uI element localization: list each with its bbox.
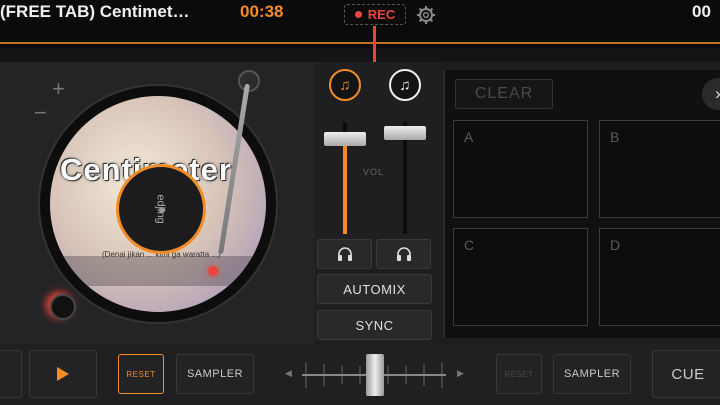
sampler-pads-panel: CLEAR › A B C D [443, 70, 720, 338]
turntable-deck: + − Centimeter (Denai jikan ... kimi ga … [0, 62, 315, 344]
sampler-button-right[interactable]: SAMPLER [553, 354, 631, 394]
pad-a[interactable]: A [453, 120, 588, 218]
music-note-plus-icon: ♫ [339, 76, 351, 94]
cue-button[interactable]: CUE [652, 350, 720, 398]
bottom-transport-bar: RESET SAMPLER ◀ ▶ RESET SAMPLER CUE [0, 344, 720, 405]
deck-a-music-source-button[interactable]: ♫ [329, 69, 361, 101]
track-title: (FREE TAB) Centimet… [0, 2, 190, 21]
remaining-time: 00 [692, 2, 711, 21]
stylus-light-icon [208, 266, 218, 276]
pad-label: A [464, 129, 474, 145]
automix-button[interactable]: AUTOMIX [317, 274, 432, 304]
vinyl-spindle [159, 207, 165, 213]
deck-a-cue-button[interactable] [0, 350, 22, 398]
track-overview-waveform[interactable] [0, 28, 720, 48]
vinyl-cover-art: Centimeter (Denai jikan ... kimi ga wara… [50, 96, 266, 312]
headphone-icon [337, 247, 352, 261]
clear-button[interactable]: CLEAR [455, 79, 553, 109]
elapsed-time: 00:38 [240, 2, 284, 21]
playhead-marker [373, 26, 376, 62]
top-bar: (FREE TAB) Centimet… 00:38 REC 00 [0, 0, 720, 28]
pitch-minus-button[interactable]: − [34, 100, 47, 126]
sync-button[interactable]: SYNC [317, 310, 432, 340]
headphone-icon [396, 247, 411, 261]
crossfader-left-arrow-icon: ◀ [285, 368, 292, 378]
record-button[interactable]: REC [344, 4, 406, 25]
chevron-right-icon: › [715, 84, 720, 104]
close-panel-button[interactable]: › [702, 78, 720, 110]
pad-label: D [610, 237, 621, 253]
deck-a-headphone-cue-button[interactable] [317, 239, 372, 269]
mixer-panel: ♫ ♫ VOL AUTOMIX SYNC [315, 62, 437, 344]
reset-button[interactable]: RESET [118, 354, 164, 394]
pad-b[interactable]: B [599, 120, 720, 218]
music-note-plus-icon: ♫ [399, 76, 411, 94]
record-dot-icon [354, 11, 362, 18]
deck-b-music-source-button[interactable]: ♫ [389, 69, 421, 101]
crossfader-right-arrow-icon: ▶ [457, 368, 464, 378]
power-knob[interactable] [50, 294, 76, 320]
gear-icon[interactable] [416, 5, 436, 25]
pad-d[interactable]: D [599, 228, 720, 326]
deck-a-volume-fader-knob[interactable] [324, 131, 366, 146]
top-bar-divider [0, 48, 720, 62]
crossfader-knob[interactable] [366, 354, 384, 396]
play-icon [57, 367, 69, 381]
pad-c[interactable]: C [453, 228, 588, 326]
deck-b-headphone-cue-button[interactable] [376, 239, 431, 269]
sampler-button-left[interactable]: SAMPLER [176, 354, 254, 394]
vinyl-lyric-band [50, 256, 266, 286]
reset-button-right[interactable]: RESET [496, 354, 542, 394]
deck-a-volume-fill [343, 138, 347, 234]
pad-label: B [610, 129, 620, 145]
overview-waveform-line [0, 42, 720, 44]
pad-label: C [464, 237, 475, 253]
deck-b-volume-fader-knob[interactable] [384, 126, 426, 141]
record-label: REC [367, 7, 396, 22]
volume-label: VOL [363, 167, 385, 177]
pitch-plus-button[interactable]: + [52, 76, 65, 102]
play-button[interactable] [29, 350, 97, 398]
